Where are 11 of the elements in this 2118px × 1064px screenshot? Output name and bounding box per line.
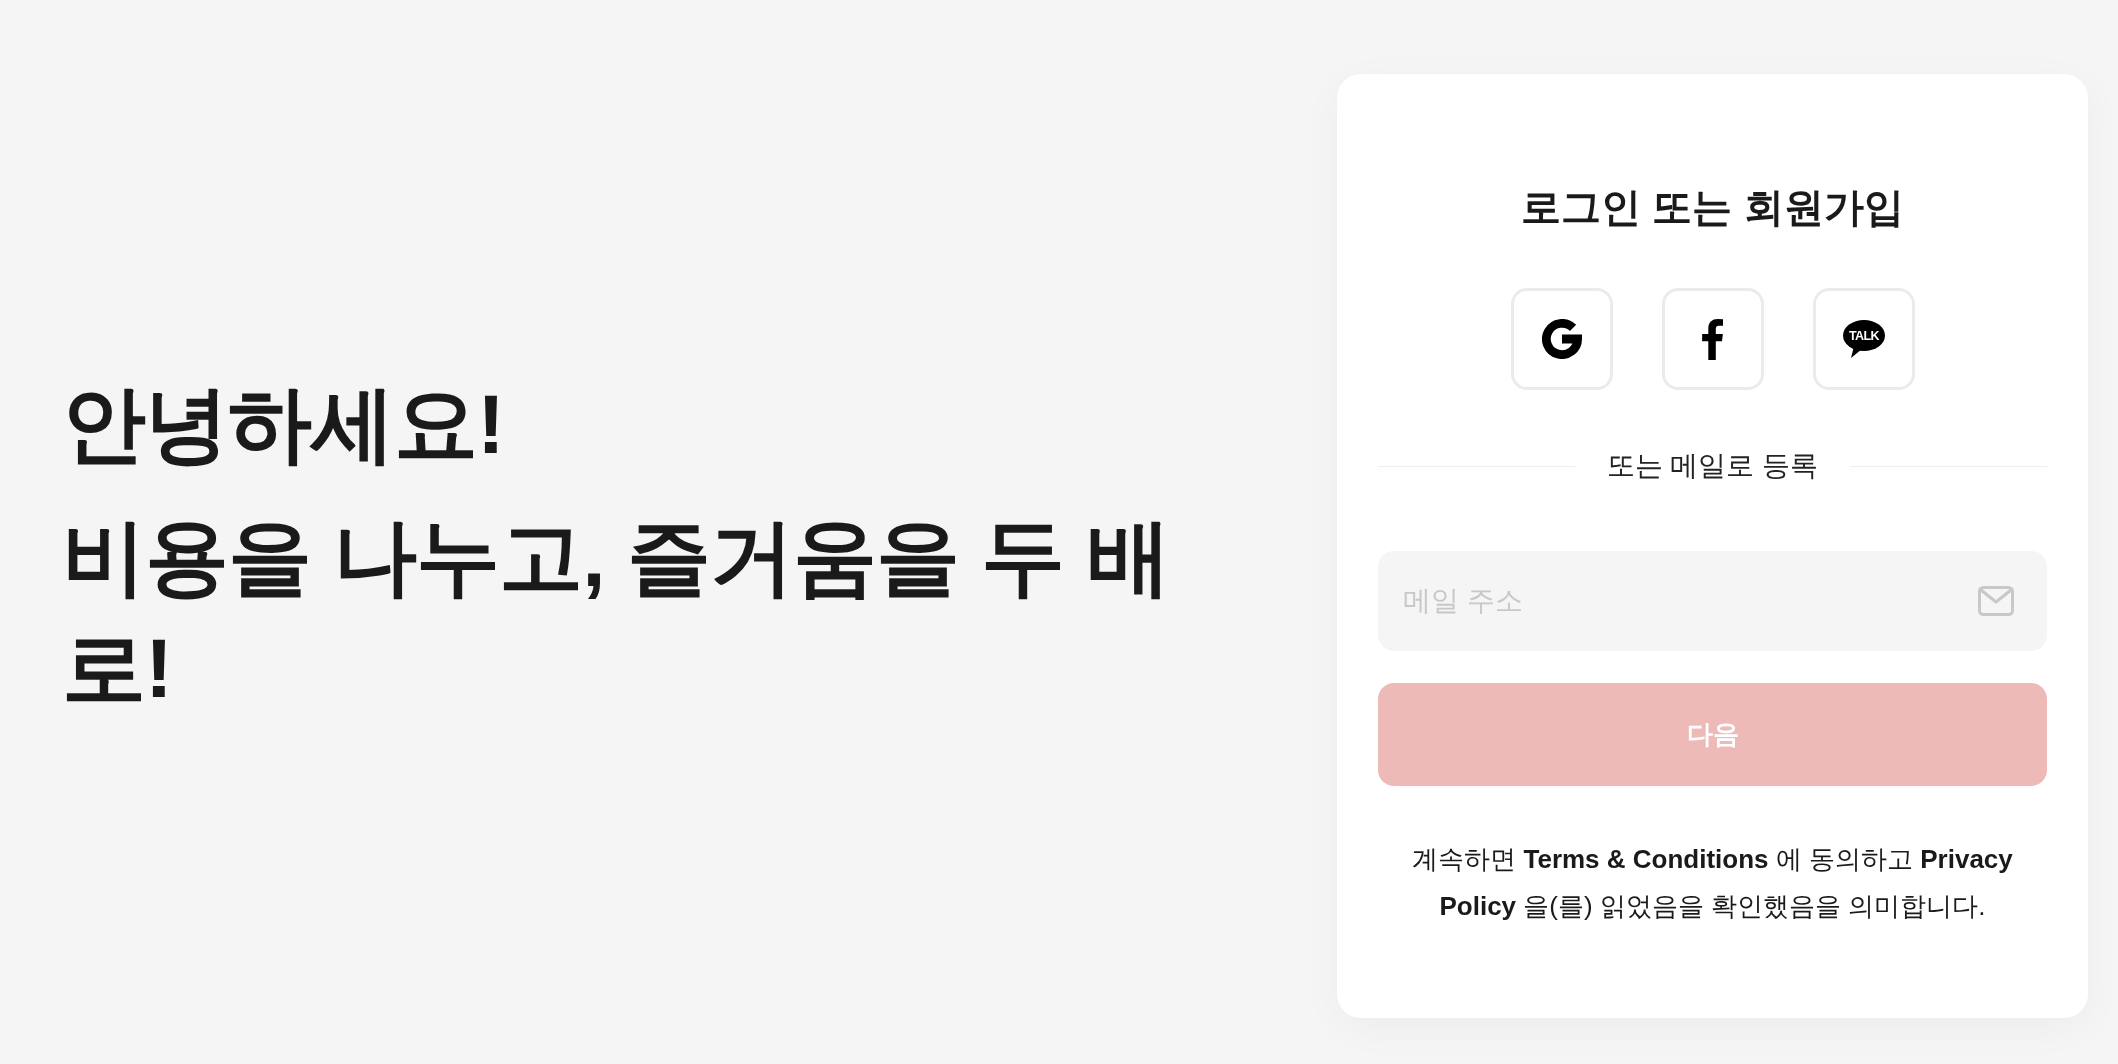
social-login-button[interactable]: TALK [1812, 288, 1915, 390]
mail-icon [1978, 586, 2014, 616]
greeting-heading: 안녕하세요! [62, 375, 504, 473]
terms-notice: 계속하면 Terms & Conditions 에 동의하고 Privacy Policy 을(를) 읽었음을 확인했음을 의미합니다. [1411, 843, 2014, 923]
card-title: 로그인 또는 회원가입 [1520, 184, 1905, 231]
tagline-heading: 비용을 나누고, 즐거움을 두 배로! [62, 508, 1171, 717]
social-login-button[interactable] [1510, 288, 1613, 390]
social-login-button[interactable] [1661, 288, 1764, 390]
f-logo-icon [1702, 318, 1723, 360]
divider-label: 또는 메일로 등록 [1605, 449, 1820, 483]
g-logo-icon [1541, 319, 1582, 359]
